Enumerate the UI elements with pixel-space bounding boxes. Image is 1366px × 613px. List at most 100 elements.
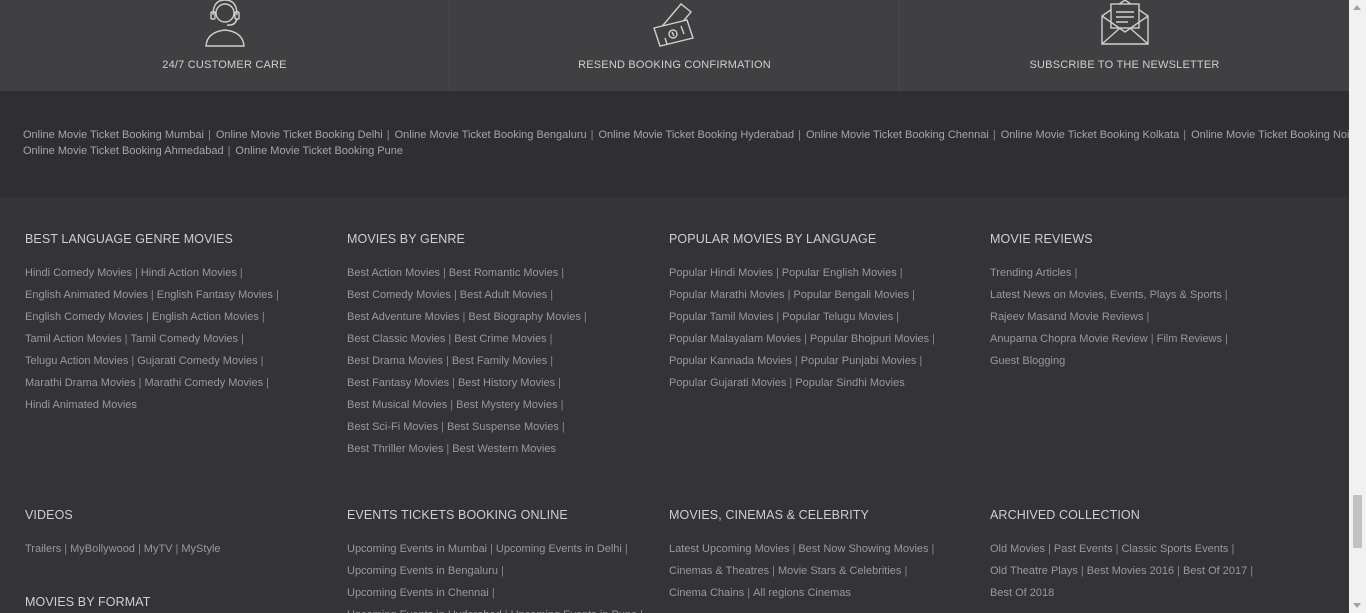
section-events-tickets: EVENTS TICKETS BOOKING ONLINE Upcoming E… [347,508,646,613]
city-link[interactable]: Online Movie Ticket Booking Bengaluru [395,129,587,141]
link-line: Best Drama Movies | Best Family Movies | [347,354,590,376]
footer-link[interactable]: Latest Upcoming Movies [669,543,789,555]
footer-link[interactable]: Best Musical Movies [347,399,447,411]
separator: | [505,609,508,613]
footer-link[interactable]: Best Western Movies [452,443,556,455]
footer-link[interactable]: Upcoming Events in Mumbai [347,543,487,555]
footer-link[interactable]: Popular Marathi Movies [669,289,785,301]
footer-link[interactable]: Best Classic Movies [347,333,445,345]
scroll-down-arrow-icon[interactable] [1353,603,1361,608]
footer-link[interactable]: English Animated Movies [25,289,148,301]
envelope-icon [1100,0,1150,51]
footer-link[interactable]: Best Movies 2016 [1087,565,1174,577]
footer-link[interactable]: Popular English Movies [782,267,897,279]
footer-link[interactable]: Best Family Movies [452,355,547,367]
footer-link[interactable]: Best Now Showing Movies [798,543,928,555]
city-link[interactable]: Online Movie Ticket Booking Kolkata [1001,129,1180,141]
footer-link[interactable]: Upcoming Events in Pune [511,609,638,613]
separator: | [896,311,900,323]
footer-link[interactable]: Cinema Chains [669,587,744,599]
footer-link[interactable]: Tamil Comedy Movies [130,333,238,345]
city-link[interactable]: Online Movie Ticket Booking Ahmedabad [23,145,224,157]
footer-link[interactable]: Best Drama Movies [347,355,443,367]
footer-link[interactable]: Old Theatre Plays [990,565,1078,577]
link-line: Best Fantasy Movies | Best History Movies | [347,376,590,398]
city-link[interactable]: Online Movie Ticket Booking Pune [235,145,403,157]
customer-care-service[interactable]: 24/7 CUSTOMER CARE [0,0,450,91]
footer-link[interactable]: Popular Bhojpuri Movies [810,333,929,345]
footer-link[interactable]: Best Of 2018 [990,587,1054,599]
footer-link[interactable]: Hindi Animated Movies [25,399,137,411]
city-link[interactable]: Online Movie Ticket Booking Mumbai [23,129,204,141]
footer-link[interactable]: Upcoming Events in Delhi [496,543,622,555]
footer-link[interactable]: Popular Malayalam Movies [669,333,801,345]
footer-link[interactable]: English Action Movies [152,311,259,323]
footer-link[interactable]: Best Mystery Movies [456,399,557,411]
footer-link[interactable]: Popular Gujarati Movies [669,377,786,389]
city-link[interactable]: Online Movie Ticket Booking Delhi [216,129,383,141]
footer-link[interactable]: Cinemas & Theatres [669,565,769,577]
footer-link[interactable]: Upcoming Events in Hyderabad [347,609,502,613]
footer-link[interactable]: Best History Movies [458,377,555,389]
footer-link[interactable]: Telugu Action Movies [25,355,128,367]
footer-link[interactable]: Popular Tamil Movies [669,311,773,323]
footer-link[interactable]: Best Suspense Movies [447,421,559,433]
footer-link[interactable]: Marathi Comedy Movies [145,377,264,389]
link-line: Upcoming Events in Mumbai | Upcoming Event… [347,542,646,564]
footer-link[interactable]: Film Reviews [1157,333,1222,345]
footer-link[interactable]: Hindi Comedy Movies [25,267,132,279]
footer-link[interactable]: Best Action Movies [347,267,440,279]
section-archived-collection: ARCHIVED COLLECTION Old Movies | Past Even… [990,508,1256,608]
separator: | [261,311,265,323]
footer-link[interactable]: Latest News on Movies, Events, Plays & S… [990,289,1222,301]
footer-link[interactable]: Best Sci-Fi Movies [347,421,438,433]
footer-link[interactable]: English Comedy Movies [25,311,143,323]
footer-link[interactable]: Rajeev Masand Movie Reviews [990,311,1143,323]
footer-link[interactable]: MyBollywood [70,543,135,555]
footer-link[interactable]: Best Romantic Movies [449,267,558,279]
footer-link[interactable]: Guest Blogging [990,355,1065,367]
footer-link[interactable]: Best Adventure Movies [347,311,460,323]
footer-link[interactable]: Best Comedy Movies [347,289,451,301]
footer-link[interactable]: Marathi Drama Movies [25,377,136,389]
footer-link[interactable]: Best Adult Movies [460,289,547,301]
footer-link[interactable]: All regions Cinemas [753,587,851,599]
footer-link[interactable]: Tamil Action Movies [25,333,122,345]
footer-link[interactable]: Upcoming Events in Bengaluru [347,565,498,577]
footer-link[interactable]: Popular Bengali Movies [793,289,909,301]
footer-link[interactable]: Best Of 2017 [1183,565,1247,577]
footer-link[interactable]: Popular Kannada Movies [669,355,792,367]
newsletter-service[interactable]: SUBSCRIBE TO THE NEWSLETTER [900,0,1349,91]
footer-link[interactable]: Popular Punjabi Movies [801,355,917,367]
footer-link[interactable]: Popular Telugu Movies [782,311,893,323]
footer-link[interactable]: Upcoming Events in Chennai [347,587,489,599]
footer-link[interactable]: Gujarati Comedy Movies [137,355,257,367]
service-label: 24/7 CUSTOMER CARE [162,59,287,71]
footer-link[interactable]: Best Biography Movies [468,311,581,323]
resend-confirmation-service[interactable]: RESEND BOOKING CONFIRMATION [450,0,900,91]
footer-link[interactable]: English Fantasy Movies [157,289,273,301]
service-label: RESEND BOOKING CONFIRMATION [578,59,771,71]
footer-link[interactable]: Past Events [1054,543,1113,555]
footer-link[interactable]: Popular Hindi Movies [669,267,773,279]
footer-link[interactable]: Popular Sindhi Movies [795,377,904,389]
scrollbar-thumb[interactable] [1353,495,1362,548]
footer-link[interactable]: MyTV [144,543,173,555]
separator: | [446,443,450,455]
footer-link[interactable]: Old Movies [990,543,1045,555]
page-scrollbar[interactable] [1349,0,1366,613]
footer-link[interactable]: Anupama Chopra Movie Review [990,333,1148,345]
city-link[interactable]: Online Movie Ticket Booking Chennai [806,129,989,141]
footer-link[interactable]: Trailers [25,543,61,555]
footer-link[interactable]: Best Thriller Movies [347,443,443,455]
footer-link[interactable]: Best Crime Movies [454,333,546,345]
city-link[interactable]: Online Movie Ticket Booking Noida [1191,129,1349,141]
scroll-up-arrow-icon[interactable] [1353,5,1361,10]
footer-link[interactable]: Best Fantasy Movies [347,377,449,389]
footer-link[interactable]: Movie Stars & Celebrities [778,565,902,577]
footer-link[interactable]: Trending Articles [990,267,1072,279]
footer-link[interactable]: MyStyle [181,543,220,555]
city-link[interactable]: Online Movie Ticket Booking Hyderabad [598,129,794,141]
footer-link[interactable]: Hindi Action Movies [141,267,237,279]
footer-link[interactable]: Classic Sports Events [1121,543,1228,555]
